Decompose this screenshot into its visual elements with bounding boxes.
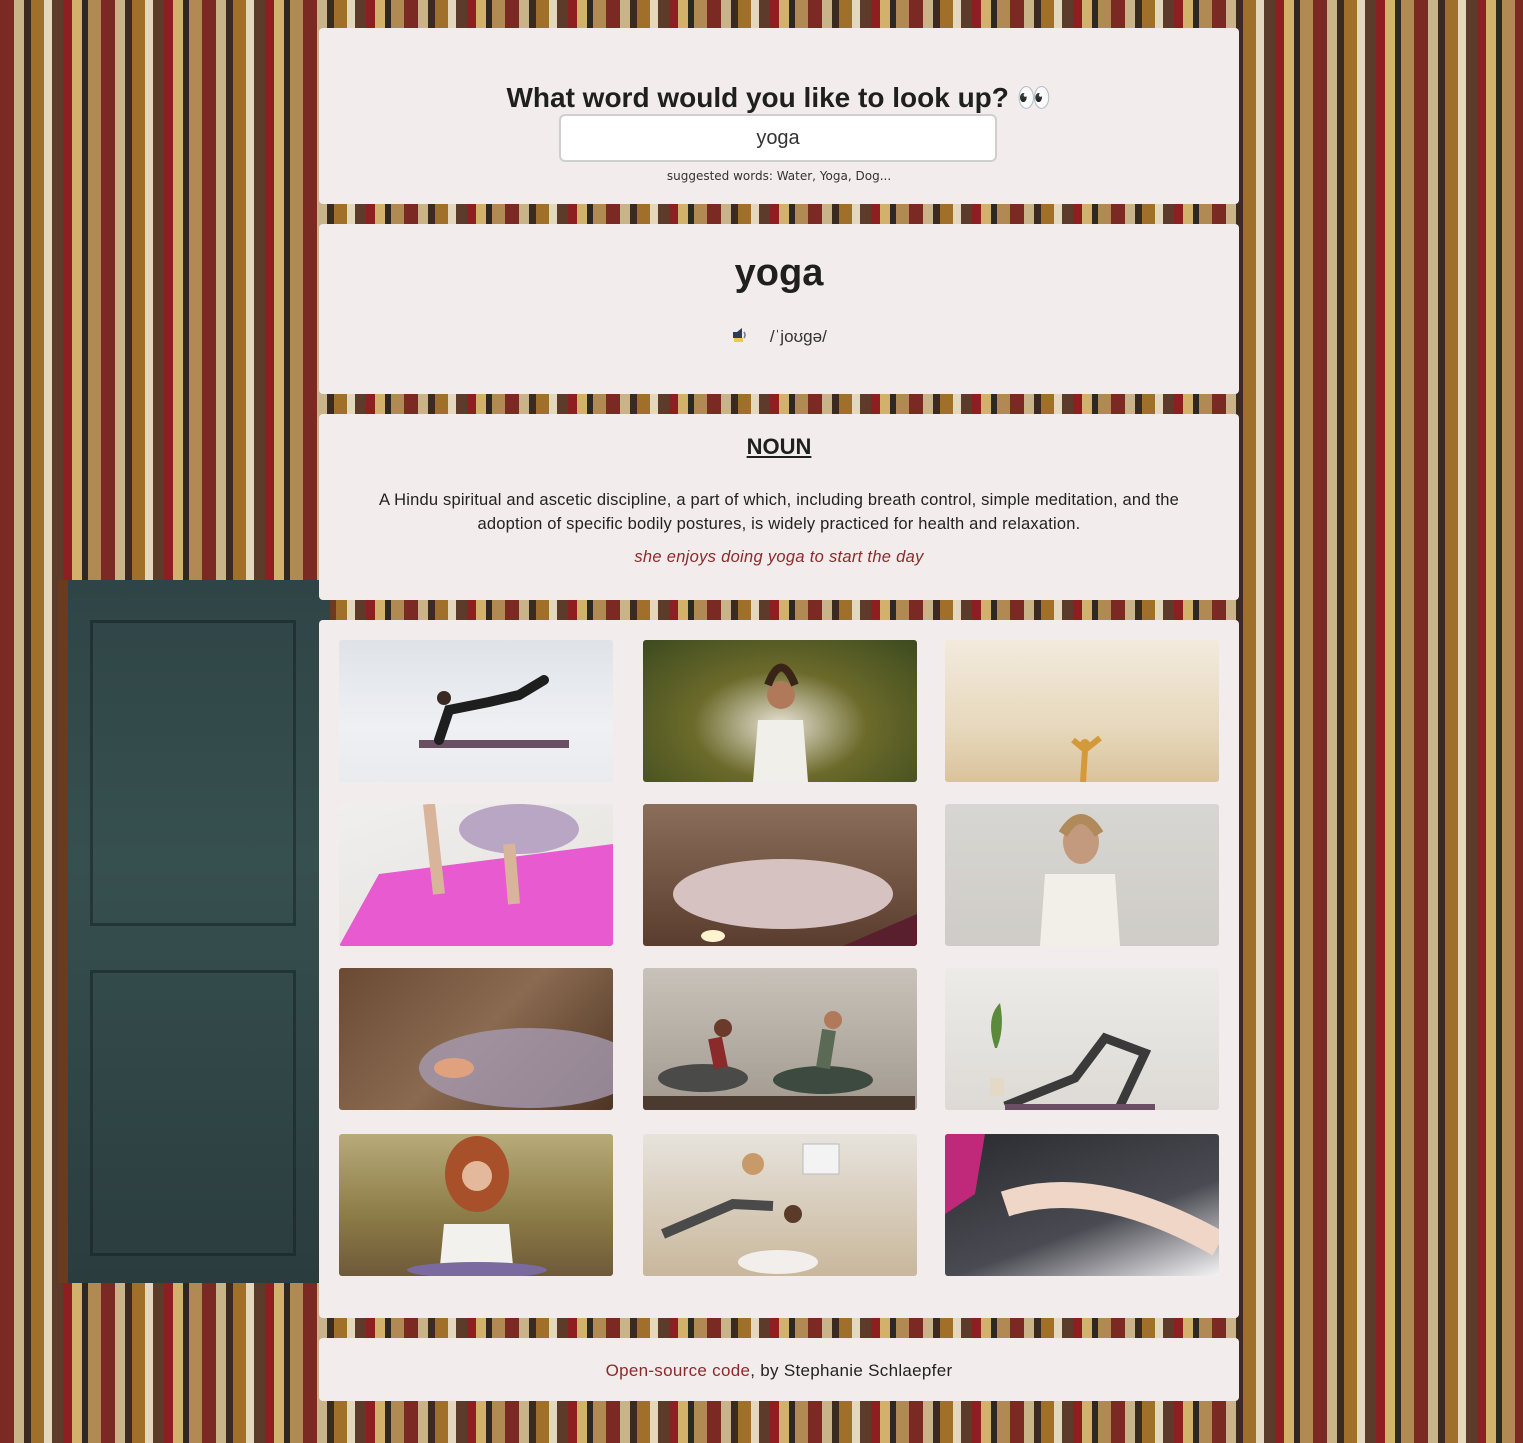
word-panel: yoga /ˈjoʊɡə/ <box>319 224 1239 394</box>
footer-text: Open-source code, by Stephanie Schlaepfe… <box>319 1361 1239 1381</box>
gallery-image[interactable] <box>339 1134 613 1276</box>
background-door <box>58 580 336 1283</box>
search-heading: What word would you like to look up? 👀 <box>506 82 1052 113</box>
word-title: yoga <box>734 252 824 294</box>
gallery-image[interactable] <box>643 968 917 1110</box>
part-of-speech: NOUN <box>746 434 812 459</box>
gallery-image[interactable] <box>945 804 1219 946</box>
gallery-image[interactable] <box>945 640 1219 782</box>
gallery-image[interactable] <box>643 640 917 782</box>
example-sentence: she enjoys doing yoga to start the day <box>634 548 924 566</box>
gallery-image[interactable] <box>945 968 1219 1110</box>
gallery-image[interactable] <box>339 804 613 946</box>
gallery-image[interactable] <box>643 1134 917 1276</box>
gallery-image[interactable] <box>643 804 917 946</box>
footer: Open-source code, by Stephanie Schlaepfe… <box>319 1338 1239 1401</box>
gallery-image[interactable] <box>339 640 613 782</box>
search-input[interactable] <box>559 114 997 162</box>
search-panel: What word would you like to look up? 👀 s… <box>319 28 1239 204</box>
gallery-image[interactable] <box>945 1134 1219 1276</box>
footer-author: , by Stephanie Schlaepfer <box>750 1361 953 1380</box>
suggested-words: suggested words: Water, Yoga, Dog... <box>666 169 892 183</box>
open-source-link[interactable]: Open-source code <box>606 1361 751 1380</box>
definition-text: A Hindu spiritual and ascetic discipline… <box>379 491 1179 533</box>
image-gallery <box>319 620 1239 1318</box>
gallery-image[interactable] <box>339 968 613 1110</box>
definition-panel: NOUN A Hindu spiritual and ascetic disci… <box>319 414 1239 600</box>
phonetic-text: /ˈjoʊɡə/ <box>769 326 827 346</box>
speaker-icon[interactable] <box>731 326 751 349</box>
phonetic-row: /ˈjoʊɡə/ <box>319 326 1239 349</box>
